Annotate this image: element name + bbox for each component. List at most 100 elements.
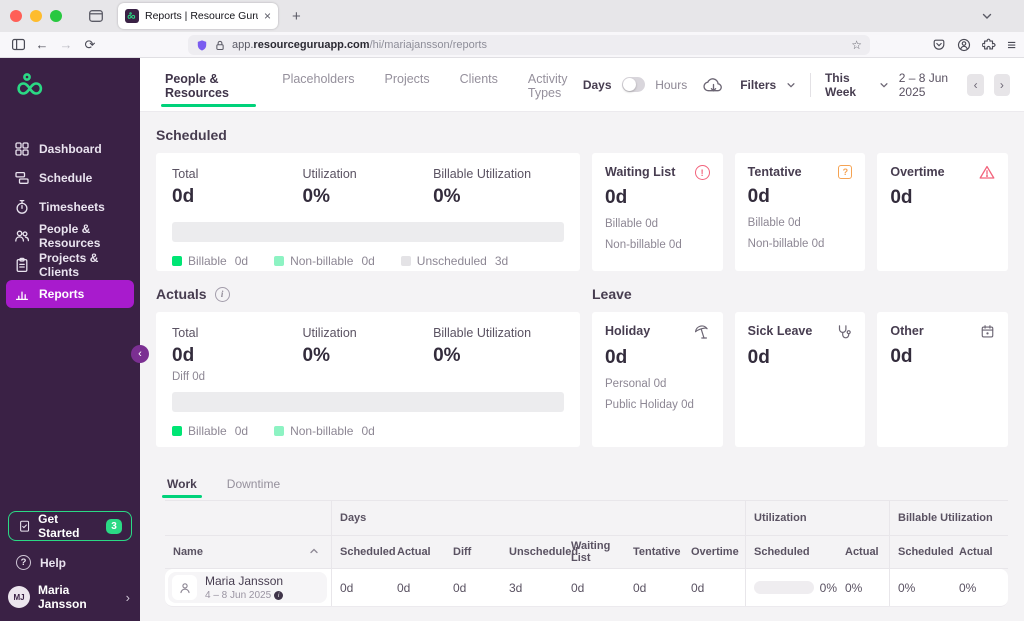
account-icon[interactable] [957, 38, 971, 52]
days-label[interactable]: Days [583, 78, 612, 92]
cell-waiting-list: 0d [571, 580, 585, 595]
sidebar-bottom: Get Started 3 ? Help MJ Maria Jansson › [0, 511, 140, 621]
tab-people-resources[interactable]: People & Resources [160, 54, 257, 116]
legend-non-billable: Non-billable 0d [274, 254, 375, 268]
close-tab-icon[interactable]: × [264, 9, 271, 23]
actuals-billable-utilization-stat: Billable Utilization 0% [433, 326, 532, 366]
group-utilization: Utilization [745, 501, 889, 535]
pocket-icon[interactable] [932, 38, 946, 52]
cell-diff: 0d [453, 580, 467, 595]
sidebar: Dashboard Schedule Timesheets People & R… [0, 58, 149, 621]
hours-label[interactable]: Hours [655, 78, 687, 92]
next-week-button[interactable]: › [993, 73, 1010, 96]
column-actual[interactable]: Actual [389, 546, 445, 558]
column-util-actual[interactable]: Actual [837, 546, 889, 558]
back-button[interactable]: ← [30, 37, 54, 52]
table-row[interactable]: Maria Jansson 4 – 8 Jun 2025 i 0d 0d 0d 3… [165, 569, 1008, 607]
column-diff[interactable]: Diff [445, 546, 501, 558]
resource-name-cell[interactable]: Maria Jansson 4 – 8 Jun 2025 i [165, 569, 331, 606]
resource-date-range: 4 – 8 Jun 2025 i [205, 590, 284, 601]
sidebar-item-timesheets[interactable]: Timesheets [6, 193, 134, 221]
legend-billable: Billable 0d [172, 424, 248, 438]
sidebar-item-reports[interactable]: Reports [6, 280, 134, 308]
scheduled-utilization-stat: Utilization 0% [302, 167, 357, 207]
table-group-header-row: Days Utilization Billable Utilization [165, 500, 1008, 536]
scheduled-cards-row: Total 0d Utilization 0% Billable Utiliza… [156, 153, 1009, 271]
window-controls [10, 10, 62, 22]
tracking-protection-shield-icon[interactable] [196, 39, 208, 52]
actuals-info-icon[interactable]: i [214, 286, 230, 302]
tab-overflow-chevron-icon[interactable] [980, 9, 994, 23]
column-unscheduled[interactable]: Unscheduled [501, 546, 578, 558]
period-selector[interactable]: This Week [825, 71, 869, 99]
close-window-button[interactable] [10, 10, 22, 22]
column-billable-scheduled[interactable]: Scheduled [889, 536, 954, 568]
forward-button[interactable]: → [54, 37, 78, 52]
column-util-scheduled[interactable]: Scheduled [745, 536, 837, 568]
billable-swatch [172, 426, 182, 436]
scheduled-heading: Scheduled [156, 127, 227, 143]
sick-leave-card: Sick Leave 0d [734, 312, 866, 447]
cell-unscheduled: 3d [509, 580, 523, 595]
tab-clients[interactable]: Clients [460, 54, 498, 116]
tab-activity-types[interactable]: Activity Types [528, 54, 583, 116]
info-dot-icon[interactable]: i [274, 591, 284, 600]
app-window: Dashboard Schedule Timesheets People & R… [0, 58, 1024, 621]
tab-downtime[interactable]: Downtime [225, 471, 282, 500]
overtime-card: Overtime 0d [877, 153, 1009, 271]
menu-hamburger-icon[interactable]: ≡ [1007, 37, 1016, 54]
column-waiting-list[interactable]: Waiting List [567, 540, 625, 564]
tab-projects[interactable]: Projects [385, 54, 430, 116]
get-started-button[interactable]: Get Started 3 [8, 511, 132, 541]
reload-button[interactable]: ⟳ [78, 37, 102, 53]
actuals-utilization-stat: Utilization 0% [302, 326, 357, 366]
days-hours-toggle[interactable] [621, 77, 646, 92]
prev-week-button[interactable]: ‹ [967, 73, 984, 96]
filters-button[interactable]: Filters [740, 78, 776, 92]
report-header: People & Resources Placeholders Projects… [140, 58, 1024, 112]
tab-placeholders[interactable]: Placeholders [282, 54, 354, 116]
zoom-window-button[interactable] [50, 10, 62, 22]
export-download-icon[interactable] [703, 75, 724, 94]
resource-guru-favicon-icon [125, 9, 139, 23]
sidebar-item-schedule[interactable]: Schedule [6, 164, 134, 192]
column-billable-actual[interactable]: Actual [951, 546, 1007, 558]
firefox-view-icon[interactable] [88, 8, 104, 24]
sidebar-item-projects-clients[interactable]: Projects & Clients [6, 251, 134, 279]
get-started-label: Get Started [38, 512, 80, 540]
bookmark-star-icon[interactable]: ☆ [851, 38, 862, 52]
sidebar-item-dashboard[interactable]: Dashboard [6, 135, 134, 163]
sort-ascending-icon[interactable] [309, 546, 319, 558]
extensions-puzzle-icon[interactable] [982, 38, 996, 52]
sidebar-item-people-resources[interactable]: People & Resources [6, 222, 134, 250]
actuals-summary-card: Total 0d Diff 0d Utilization 0% Billable… [156, 312, 580, 447]
scheduled-progress-bar [172, 222, 564, 242]
sidebar-toggle-icon[interactable] [6, 37, 30, 52]
other-leave-card: Other 0d [877, 312, 1009, 447]
url-bar[interactable]: app.resourceguruapp.com/hi/mariajansson/… [188, 35, 870, 55]
column-tentative[interactable]: Tentative [625, 546, 683, 558]
main-content: People & Resources Placeholders Projects… [140, 58, 1024, 621]
help-item[interactable]: ? Help [16, 555, 132, 570]
tab-title: Reports | Resource Guru [145, 10, 258, 22]
actuals-heading: Actuals i [156, 286, 580, 302]
billable-swatch [172, 256, 182, 266]
browser-tab[interactable]: Reports | Resource Guru × [118, 3, 278, 29]
user-menu[interactable]: MJ Maria Jansson › [8, 583, 132, 611]
divider [810, 72, 811, 97]
report-body: Scheduled Total 0d Utilization 0% Billab… [140, 127, 1024, 607]
report-tabs: People & Resources Placeholders Projects… [160, 54, 583, 116]
new-tab-button[interactable]: + [292, 8, 301, 25]
column-overtime[interactable]: Overtime [683, 546, 745, 558]
minimize-window-button[interactable] [30, 10, 42, 22]
column-name[interactable]: Name [165, 536, 331, 568]
tab-work[interactable]: Work [162, 471, 202, 500]
tentative-calendar-question-icon: ? [838, 165, 853, 179]
utilization-bar [754, 581, 814, 594]
actuals-progress-bar [172, 392, 564, 412]
column-scheduled[interactable]: Scheduled [331, 536, 396, 568]
actuals-legend: Billable 0d Non-billable 0d [172, 424, 564, 438]
resource-guru-logo[interactable] [14, 72, 140, 105]
cell-util-actual: 0% [845, 580, 863, 595]
resource-name: Maria Jansson [205, 574, 284, 588]
